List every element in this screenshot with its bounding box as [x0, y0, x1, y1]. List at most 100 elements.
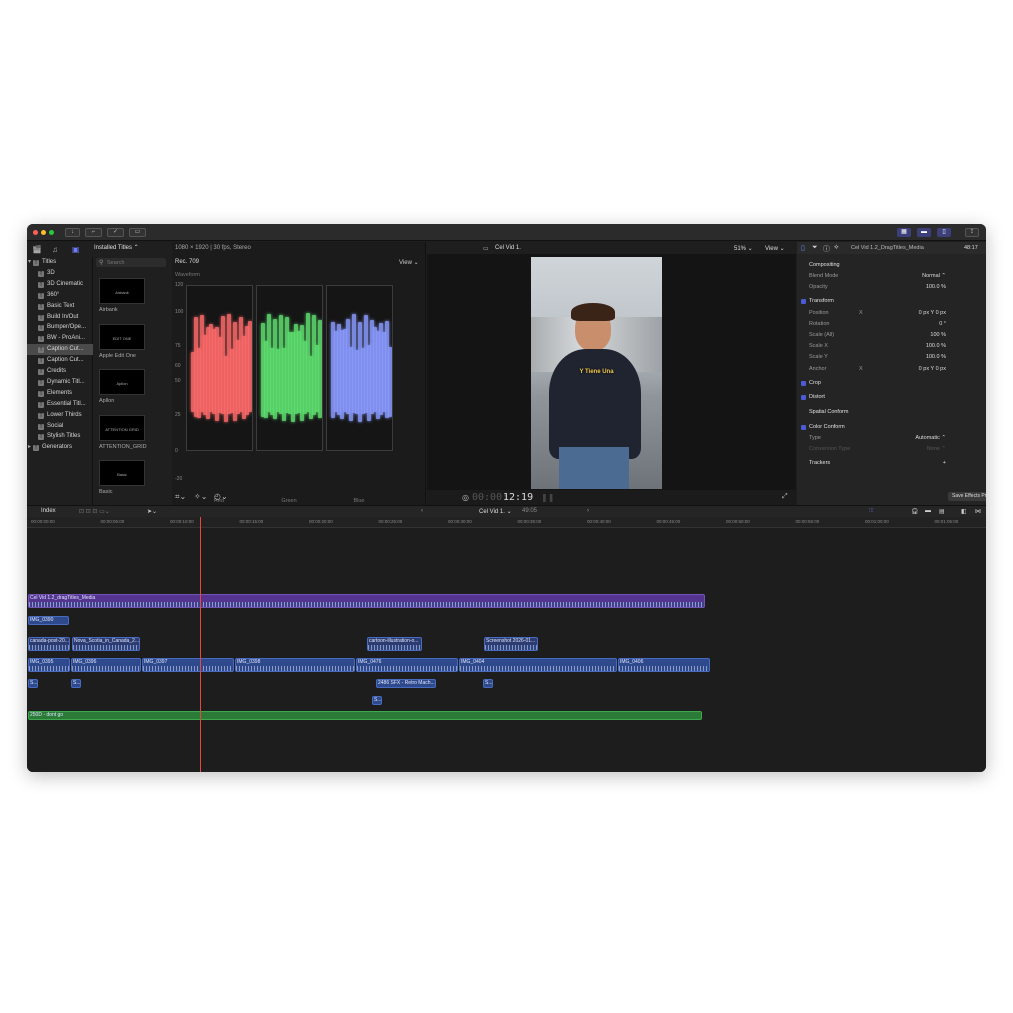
enable-checkbox[interactable] [801, 395, 806, 400]
primary-video-clip[interactable]: IMG_0397 [142, 658, 234, 672]
fullscreen-icon[interactable]: ⤢ [782, 493, 788, 501]
primary-video-clip[interactable]: IMG_0476 [356, 658, 458, 672]
viewer-view-menu[interactable]: View ⌄ [765, 245, 785, 252]
timeline-ruler[interactable]: 00:00:00:00 00:00:05:00 00:00:10:00 00:00:1… [27, 517, 986, 528]
search-field[interactable]: ⚲ Search [96, 258, 166, 267]
project-name[interactable]: Cel Vid 1. ⌄ [479, 508, 512, 515]
inspector-row-value[interactable]: Normal ⌃ [922, 271, 946, 282]
music-icon[interactable]: ♫ [52, 245, 58, 254]
category-item[interactable]: T Lower Thirds [27, 410, 93, 421]
primary-video-clip[interactable]: IMG_0406 [618, 658, 710, 672]
solo-icon[interactable]: ▬ [925, 508, 931, 514]
category-item[interactable]: T Credits [27, 366, 93, 377]
music-audio-clip[interactable]: 250D - dont go [28, 711, 702, 720]
inspector-row[interactable]: Blend Mode Normal ⌃ [797, 271, 986, 282]
inspector-row-value[interactable]: 100 % [930, 330, 946, 341]
category-item[interactable]: ▸ T Generators [27, 442, 93, 453]
background-tasks-check-icon[interactable]: ✓ [107, 228, 124, 237]
titles-generators-icon[interactable]: ▣ [72, 245, 80, 254]
inspector-row[interactable]: Opacity 100.0 % [797, 282, 986, 293]
inspector-row[interactable]: Distort [797, 392, 986, 403]
category-item[interactable]: T Elements [27, 388, 93, 399]
primary-video-clip[interactable]: IMG_0398 [235, 658, 355, 672]
inspector-row[interactable]: Spatial Conform [797, 407, 986, 418]
category-item[interactable]: T Caption Cut... [27, 344, 93, 356]
zoom-menu[interactable]: 51% ⌄ [734, 245, 753, 252]
inspector-panel-icon[interactable]: ▯ [937, 228, 951, 237]
inspector-row[interactable]: Rotation 0 ° [797, 319, 986, 330]
inspector-row-value[interactable]: 0 ° [939, 319, 946, 330]
title-thumbnail[interactable]: EDIT ONE [99, 323, 145, 350]
clip-appearance-icon[interactable]: ▤ [939, 508, 945, 515]
minimize-window-button[interactable] [41, 230, 46, 235]
playback-icon[interactable]: ◎ [462, 493, 469, 502]
inspector-row[interactable]: Anchor X 0 px Y 0 px [797, 364, 986, 375]
timeline-film-icon[interactable]: ▬ [917, 228, 931, 237]
title-clip[interactable]: canada-post-20... [28, 637, 70, 651]
inspector-row-value[interactable]: 0 px Y 0 px [919, 364, 946, 375]
sound-effect-clip[interactable]: S... [28, 679, 38, 688]
inspector-row[interactable]: Scale X 100.0 % [797, 341, 986, 352]
primary-video-clip[interactable]: IMG_0396 [71, 658, 141, 672]
inspector-row[interactable]: Trackers + [797, 458, 986, 469]
info-icon[interactable]: ⓘ [823, 244, 830, 254]
title-thumbnail[interactable]: Apllon [99, 369, 145, 395]
browser-grid-icon[interactable]: ▦ [897, 228, 911, 237]
filter-icon[interactable]: ⏷ [812, 244, 818, 252]
video-inspector-icon[interactable]: ▯ [801, 244, 805, 252]
installed-titles-header[interactable]: Installed Titles ⌃ [94, 244, 139, 251]
inspector-row[interactable]: Compositing [797, 260, 986, 271]
inspector-row-value[interactable]: None ⌃ [927, 444, 946, 455]
zoom-window-button[interactable] [49, 230, 54, 235]
tag-icon[interactable]: ▭ [129, 228, 146, 237]
save-effects-preset-button[interactable]: Save Effects Preset [948, 492, 986, 501]
playhead[interactable] [200, 517, 201, 772]
transitions-icon[interactable]: ⋈ [975, 508, 981, 515]
title-thumbnail[interactable]: Basic [99, 460, 145, 486]
category-item[interactable]: T 3D [27, 268, 93, 279]
category-item[interactable]: T Essential Titl... [27, 399, 93, 410]
sound-effect-clip[interactable]: S... [372, 696, 382, 705]
enhance-wand-icon[interactable]: ✧⌄ [194, 492, 207, 501]
enable-checkbox[interactable] [801, 381, 806, 386]
clapper-icon[interactable]: 🎬︎ [32, 245, 42, 254]
enable-checkbox[interactable] [801, 425, 806, 430]
primary-video-clip[interactable]: IMG_0395 [28, 658, 70, 672]
title-thumbnail[interactable]: Airbank [99, 278, 145, 304]
connected-title-clip[interactable]: Cel Vid 1.2_dragTitles_Media [28, 594, 705, 608]
inspector-row-value[interactable]: 100.0 % [926, 282, 946, 293]
inspector-row[interactable]: Position X 0 px Y 0 px [797, 308, 986, 319]
transition-icon[interactable]: ⟡ [834, 244, 839, 252]
category-item[interactable]: T Bumper/Ope... [27, 322, 93, 333]
headphones-icon[interactable]: 🎧︎ [911, 508, 919, 515]
title-clip[interactable]: cartoon-illustration-o... [367, 637, 422, 651]
pause-icon[interactable]: ❚❚ [541, 493, 554, 502]
inspector-row-value[interactable]: Automatic ⌃ [915, 433, 946, 444]
speed-gauge-icon[interactable]: ◴⌄ [214, 492, 228, 501]
scope-view-menu[interactable]: View ⌄ [399, 259, 419, 266]
sound-effect-clip[interactable]: S... [71, 679, 81, 688]
category-item[interactable]: T Social [27, 421, 93, 432]
inspector-row-value[interactable]: 100.0 % [926, 341, 946, 352]
title-clip[interactable]: Screenshot 2026-01... [484, 637, 538, 651]
category-item[interactable]: ▾ T Titles [27, 257, 93, 268]
snapping-icon[interactable]: ⫶⫶⫶ [869, 508, 874, 515]
inspector-row-value[interactable]: + [943, 458, 946, 469]
category-item[interactable]: T Caption Cut... [27, 355, 93, 366]
category-item[interactable]: T 3D Cinematic [27, 279, 93, 290]
transform-tool-icon[interactable]: ⌗⌄ [175, 492, 186, 502]
category-item[interactable]: T Build In/Out [27, 312, 93, 323]
primary-video-clip[interactable]: IMG_0404 [459, 658, 617, 672]
share-icon[interactable]: ⇪ [965, 228, 979, 237]
inspector-row[interactable]: Scale (All) 100 % [797, 330, 986, 341]
back-chevron-icon[interactable]: ‹ [421, 508, 423, 514]
sound-effect-clip[interactable]: 2486 SFX - Retro Mach... [376, 679, 436, 688]
select-arrow-icon[interactable]: ➤⌄ [147, 508, 157, 515]
append-clip-icon[interactable]: ⊡ ⊡ ⊡ ▭⌄ [79, 508, 110, 515]
video-clip[interactable]: IMG_0390 [28, 616, 69, 625]
inspector-row[interactable]: Conversion Type None ⌃ [797, 444, 986, 455]
category-item[interactable]: T BW - ProAni... [27, 333, 93, 344]
index-button[interactable]: Index [41, 508, 56, 514]
inspector-row[interactable]: Scale Y 100.0 % [797, 352, 986, 363]
title-thumbnail[interactable]: ATTENTION GRID [99, 414, 145, 441]
